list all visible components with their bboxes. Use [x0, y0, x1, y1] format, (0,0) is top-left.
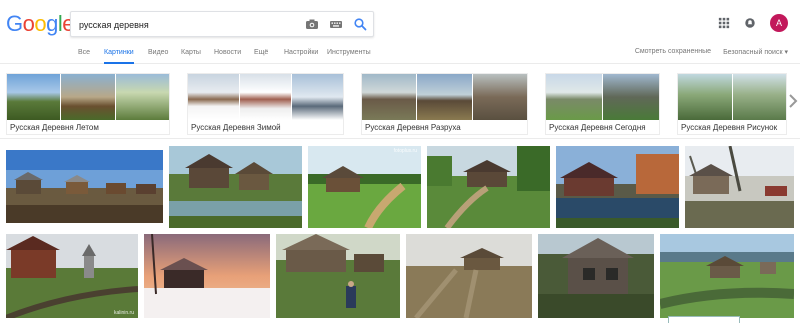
related-label: Русская Деревня Разруха [365, 123, 461, 132]
tab-images[interactable]: Картинки [104, 48, 134, 64]
search-box[interactable] [70, 11, 374, 37]
image-result[interactable] [538, 234, 654, 318]
image-result[interactable] [6, 150, 163, 223]
related-label: Русская Деревня Рисунок [681, 123, 778, 132]
related-card[interactable]: Русская Деревня Сегодня [545, 73, 660, 135]
image-result[interactable] [406, 234, 532, 318]
related-label: Русская Деревня Зимой [191, 123, 281, 132]
search-tabs: Все Картинки Видео Карты Новости Ещё Нас… [0, 46, 800, 64]
avatar[interactable]: A [770, 14, 788, 32]
tab-news[interactable]: Новости [214, 48, 241, 64]
tab-tools[interactable]: Инструменты [327, 48, 371, 64]
image-result[interactable] [685, 146, 794, 228]
logo-letter: g [46, 11, 58, 36]
header: Google A [0, 0, 800, 46]
image-result[interactable]: fotoplus.ru [308, 146, 421, 228]
related-card[interactable]: Русская Деревня Разруха [361, 73, 528, 135]
image-result[interactable] [660, 234, 794, 318]
saved-images-link[interactable]: Смотреть сохраненные [635, 48, 711, 56]
related-thumbnail [188, 74, 343, 120]
related-card[interactable]: Русская Деревня Летом [6, 73, 170, 135]
image-result[interactable] [144, 234, 270, 318]
related-thumbnail [362, 74, 527, 120]
google-logo[interactable]: Google [6, 11, 75, 37]
tabs-right: Смотреть сохраненные Безопасный поиск ▾ [635, 48, 788, 56]
camera-icon[interactable] [305, 17, 319, 31]
image-watermark: kalinin.ru [113, 310, 134, 316]
image-result[interactable] [276, 234, 400, 318]
tab-video[interactable]: Видео [148, 48, 168, 64]
related-label: Русская Деревня Летом [10, 123, 99, 132]
image-result[interactable]: kalinin.ru [6, 234, 138, 318]
tab-more[interactable]: Ещё [254, 48, 268, 64]
notifications-icon[interactable] [744, 16, 758, 30]
search-icon[interactable] [353, 17, 367, 31]
related-thumbnail [546, 74, 659, 120]
keyboard-icon[interactable] [329, 17, 343, 31]
related-label: Русская Деревня Сегодня [549, 123, 646, 132]
tab-maps[interactable]: Карты [181, 48, 201, 64]
tab-all[interactable]: Все [78, 48, 90, 64]
image-watermark: fotoplus.ru [393, 148, 417, 154]
related-card[interactable]: Русская Деревня Рисунок [677, 73, 787, 135]
logo-letter: o [34, 11, 47, 36]
related-thumbnail [678, 74, 786, 120]
safesearch-dropdown[interactable]: Безопасный поиск ▾ [723, 48, 788, 56]
apps-grid-icon[interactable] [718, 16, 732, 30]
search-icons [305, 17, 367, 31]
related-thumbnail [7, 74, 169, 120]
related-searches: Русская Деревня Летом Русская Деревня Зи… [0, 71, 800, 139]
search-input[interactable] [79, 17, 309, 33]
image-result[interactable] [169, 146, 302, 228]
account-area: A [718, 14, 788, 32]
chevron-right-icon[interactable] [788, 91, 798, 111]
preview-panel-edge[interactable] [668, 316, 740, 323]
logo-letter: o [22, 11, 35, 36]
tab-settings[interactable]: Настройки [284, 48, 318, 64]
image-result[interactable] [427, 146, 550, 228]
related-card[interactable]: Русская Деревня Зимой [187, 73, 344, 135]
image-result[interactable] [556, 146, 679, 228]
logo-letter: G [6, 11, 23, 36]
